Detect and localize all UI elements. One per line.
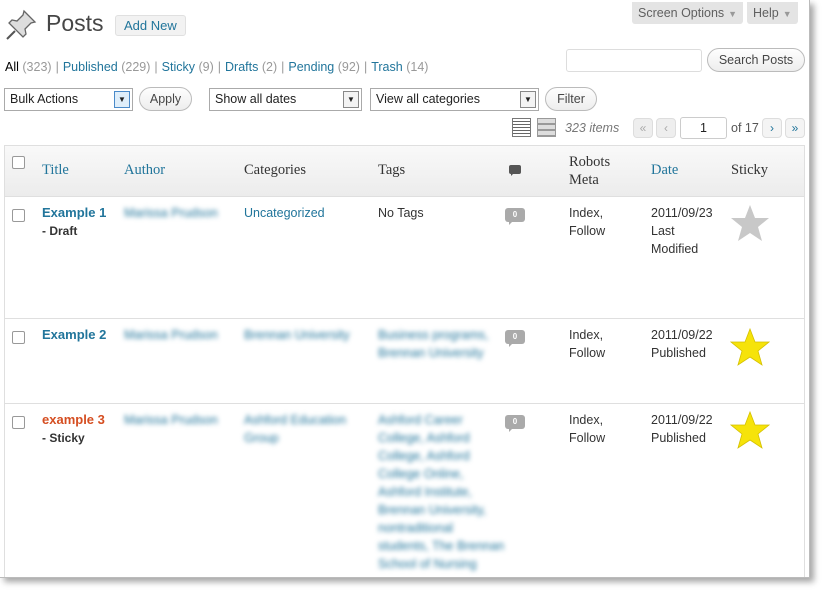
add-new-button[interactable]: Add New <box>115 15 186 36</box>
posts-table: Title Author Categories Tags Robots Meta … <box>4 145 805 577</box>
search-posts-button[interactable]: Search Posts <box>707 48 805 72</box>
status-filters: All (323) | Published (229) | Sticky (9) | Dra… <box>5 60 429 74</box>
dates-select[interactable]: Show all dates ▼ <box>209 88 362 111</box>
column-date[interactable]: Date <box>651 162 678 179</box>
search-input[interactable] <box>566 49 702 72</box>
comment-icon <box>509 165 521 176</box>
category-link[interactable]: Ashford Education Group <box>244 411 346 447</box>
prev-page-button[interactable]: ‹ <box>656 118 676 138</box>
category-link[interactable]: Brennan University <box>244 326 350 344</box>
next-page-button[interactable]: › <box>762 118 782 138</box>
excerpt-view-icon[interactable] <box>537 118 556 137</box>
chevron-down-icon: ▼ <box>782 9 792 19</box>
last-page-button[interactable]: » <box>785 118 805 138</box>
post-state: - Sticky <box>42 431 85 445</box>
chevron-down-icon: ▼ <box>728 9 738 19</box>
post-state: - Draft <box>42 224 78 238</box>
tags-text: No Tags <box>378 206 424 220</box>
filter-all[interactable]: All (323) <box>5 60 52 74</box>
screen-options-button[interactable]: Screen Options ▼ <box>632 2 744 24</box>
star-icon-off[interactable] <box>730 203 770 243</box>
table-row: Example 2 Marissa Prudson Brennan Univer… <box>5 319 804 404</box>
table-header: Title Author Categories Tags Robots Meta … <box>5 146 804 197</box>
filter-pending[interactable]: Pending (92) <box>288 60 360 74</box>
star-icon-on[interactable] <box>730 410 770 450</box>
list-view-icon[interactable] <box>512 118 531 137</box>
total-pages: of 17 <box>731 121 759 135</box>
posts-screen: Posts Add New Screen Options ▼ Help ▼ All … <box>0 0 810 578</box>
row-checkbox[interactable] <box>12 209 25 222</box>
help-button[interactable]: Help ▼ <box>747 2 798 24</box>
filter-drafts[interactable]: Drafts (2) <box>225 60 277 74</box>
column-categories: Categories <box>244 162 307 178</box>
row-checkbox[interactable] <box>12 331 25 344</box>
comment-count-bubble[interactable]: 0 <box>505 330 525 347</box>
categories-select[interactable]: View all categories ▼ <box>370 88 539 111</box>
category-link[interactable]: Uncategorized <box>244 204 325 222</box>
post-title-link[interactable]: example 3 <box>42 411 105 429</box>
post-title-link[interactable]: Example 1 <box>42 204 106 222</box>
current-page-input[interactable]: 1 <box>680 117 727 139</box>
post-date: 2011/09/22 Published <box>651 413 713 445</box>
apply-button[interactable]: Apply <box>139 87 192 111</box>
post-title-link[interactable]: Example 2 <box>42 326 106 344</box>
chevron-down-icon: ▼ <box>343 91 359 108</box>
robots-meta: Index, Follow <box>569 206 606 238</box>
row-checkbox[interactable] <box>12 416 25 429</box>
robots-meta: Index, Follow <box>569 328 606 360</box>
column-author[interactable]: Author <box>124 162 165 179</box>
filter-sticky[interactable]: Sticky (9) <box>162 60 214 74</box>
chevron-down-icon: ▼ <box>114 91 130 108</box>
pushpin-icon <box>6 9 37 40</box>
column-tags: Tags <box>378 162 406 178</box>
filter-button[interactable]: Filter <box>545 87 597 111</box>
column-sticky: Sticky <box>731 162 769 178</box>
star-icon-on[interactable] <box>730 327 770 367</box>
tags-list[interactable]: Ashford Career College, Ashford College,… <box>378 411 504 573</box>
select-all-checkbox[interactable] <box>12 156 25 169</box>
robots-meta: Index, Follow <box>569 413 606 445</box>
author-link[interactable]: Marissa Prudson <box>124 326 218 344</box>
post-date: 2011/09/23 Last Modified <box>651 206 713 256</box>
post-date: 2011/09/22 Published <box>651 328 713 360</box>
column-title[interactable]: Title <box>42 162 69 179</box>
items-count: 323 items <box>565 121 620 135</box>
tags-list[interactable]: Business programs, Brennan University <box>378 326 488 362</box>
filter-published[interactable]: Published (229) <box>63 60 151 74</box>
chevron-down-icon: ▼ <box>520 91 536 108</box>
table-row: Example 1 - Draft Marissa Prudson Uncate… <box>5 197 804 319</box>
page-title: Posts <box>46 10 104 36</box>
bulk-actions-select[interactable]: Bulk Actions ▼ <box>4 88 133 111</box>
author-link[interactable]: Marissa Prudson <box>124 411 218 429</box>
filter-trash[interactable]: Trash (14) <box>371 60 428 74</box>
table-row: example 3 - Sticky Marissa Prudson Ashfo… <box>5 404 804 577</box>
comment-count-bubble[interactable]: 0 <box>505 208 525 225</box>
column-robots-meta: Robots Meta <box>569 154 611 188</box>
comment-count-bubble[interactable]: 0 <box>505 415 525 432</box>
first-page-button[interactable]: « <box>633 118 653 138</box>
author-link[interactable]: Marissa Prudson <box>124 204 218 222</box>
